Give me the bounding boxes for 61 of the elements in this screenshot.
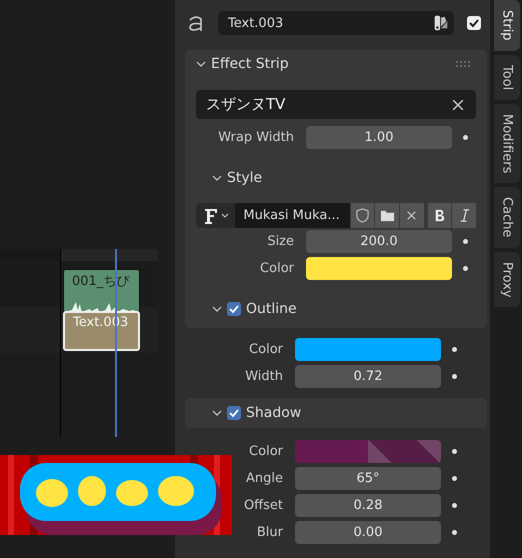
sidebar-tab[interactable]: Tool bbox=[494, 54, 520, 100]
caret-icon bbox=[220, 212, 229, 218]
italic-button[interactable] bbox=[452, 203, 476, 228]
chevron-icon[interactable] bbox=[212, 173, 222, 183]
keyframe-dot-icon[interactable] bbox=[452, 374, 457, 379]
field-label: Blur bbox=[256, 525, 284, 540]
keyframe-dot-icon[interactable] bbox=[463, 239, 468, 244]
folder-icon bbox=[380, 208, 395, 223]
chevron-icon[interactable] bbox=[196, 59, 206, 69]
subpanel-title[interactable]: Shadow bbox=[246, 405, 302, 421]
keyframe-dot-icon[interactable] bbox=[452, 449, 457, 454]
bold-button[interactable] bbox=[428, 203, 452, 228]
field-label: Color bbox=[248, 342, 284, 357]
clear-icon[interactable] bbox=[452, 98, 464, 110]
shadow-checkbox[interactable] bbox=[227, 406, 241, 420]
keyframe-dot-icon[interactable] bbox=[463, 135, 468, 140]
shield-button[interactable] bbox=[350, 203, 374, 228]
sequencer-strip[interactable]: 001_ちび bbox=[63, 269, 140, 313]
text-input-field[interactable]: スザンヌTV bbox=[196, 90, 476, 119]
subpanel-title[interactable]: Outline bbox=[246, 301, 297, 317]
number-field[interactable]: 0.72 bbox=[295, 365, 441, 388]
folder-button[interactable] bbox=[375, 203, 400, 228]
shield-icon bbox=[355, 208, 370, 223]
field-label: Size bbox=[266, 234, 295, 249]
number-field[interactable]: 0.00 bbox=[295, 521, 441, 544]
close-button[interactable] bbox=[400, 203, 424, 228]
sidebar-tab[interactable]: Proxy bbox=[494, 252, 520, 308]
number-field[interactable]: 1.00 bbox=[306, 126, 452, 149]
color-swatch[interactable] bbox=[295, 338, 441, 361]
sidebar-tab[interactable]: Strip bbox=[494, 0, 520, 51]
field-label: Color bbox=[248, 444, 284, 459]
sidebar-tab[interactable]: Cache bbox=[494, 187, 520, 248]
keyframe-dot-icon[interactable] bbox=[452, 530, 457, 535]
number-field[interactable]: 0.28 bbox=[295, 494, 441, 517]
keyframe-dot-icon[interactable] bbox=[452, 503, 457, 508]
number-field[interactable]: 200.0 bbox=[306, 230, 452, 253]
panel-title[interactable]: Effect Strip bbox=[211, 56, 289, 72]
text-strip-icon bbox=[187, 14, 205, 32]
font-icon bbox=[202, 206, 219, 224]
color-swatch[interactable] bbox=[295, 440, 441, 463]
field-label: Width bbox=[244, 369, 284, 384]
field-label: Wrap Width bbox=[217, 130, 295, 145]
color-tag-icon[interactable] bbox=[432, 14, 450, 32]
font-name-field[interactable]: Mukasi Muka... bbox=[235, 203, 350, 228]
drag-handle-icon[interactable] bbox=[456, 61, 472, 67]
keyframe-dot-icon[interactable] bbox=[463, 266, 468, 271]
number-field[interactable]: 65° bbox=[295, 467, 441, 490]
font-menu-button[interactable] bbox=[196, 203, 236, 228]
sidebar-tab[interactable]: Modifiers bbox=[494, 104, 520, 184]
color-swatch[interactable] bbox=[306, 257, 452, 280]
chevron-icon[interactable] bbox=[212, 304, 222, 314]
keyframe-dot-icon[interactable] bbox=[452, 347, 457, 352]
subpanel-title[interactable]: Style bbox=[227, 170, 262, 186]
keyframe-dot-icon[interactable] bbox=[452, 476, 457, 481]
field-label: Offset bbox=[242, 498, 284, 513]
chevron-icon[interactable] bbox=[212, 408, 222, 418]
outline-checkbox[interactable] bbox=[227, 302, 241, 316]
field-label: Angle bbox=[245, 471, 284, 486]
field-label: Color bbox=[259, 261, 295, 276]
strip-name-field[interactable]: Text.003 bbox=[218, 11, 454, 35]
enable-checkbox[interactable] bbox=[467, 16, 481, 30]
